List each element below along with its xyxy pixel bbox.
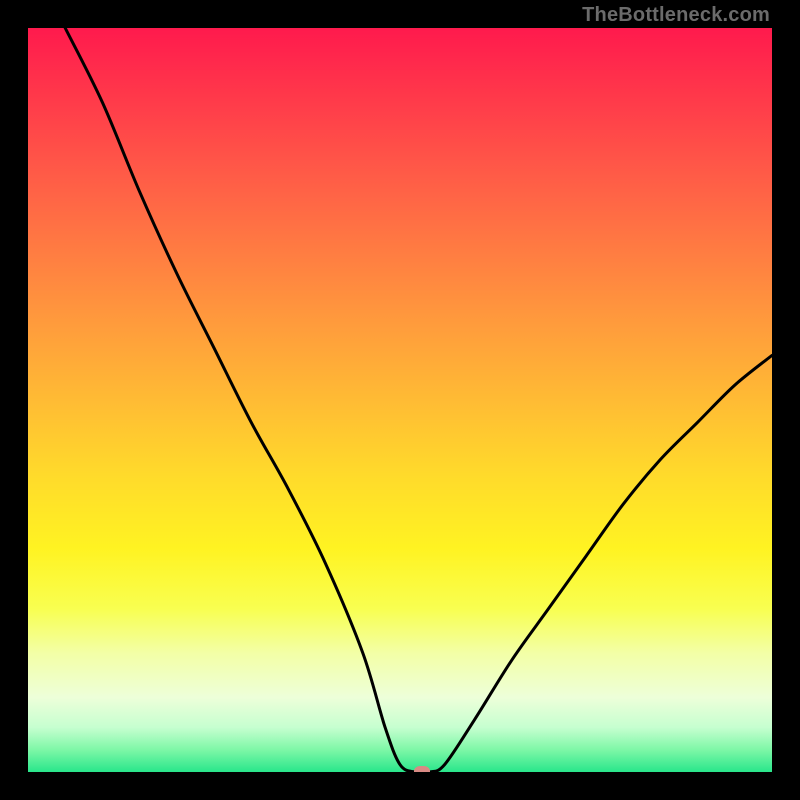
bottleneck-curve bbox=[28, 28, 772, 772]
plot-area bbox=[28, 28, 772, 772]
chart-frame: TheBottleneck.com bbox=[0, 0, 800, 800]
min-marker bbox=[414, 766, 430, 772]
watermark-text: TheBottleneck.com bbox=[582, 4, 770, 27]
